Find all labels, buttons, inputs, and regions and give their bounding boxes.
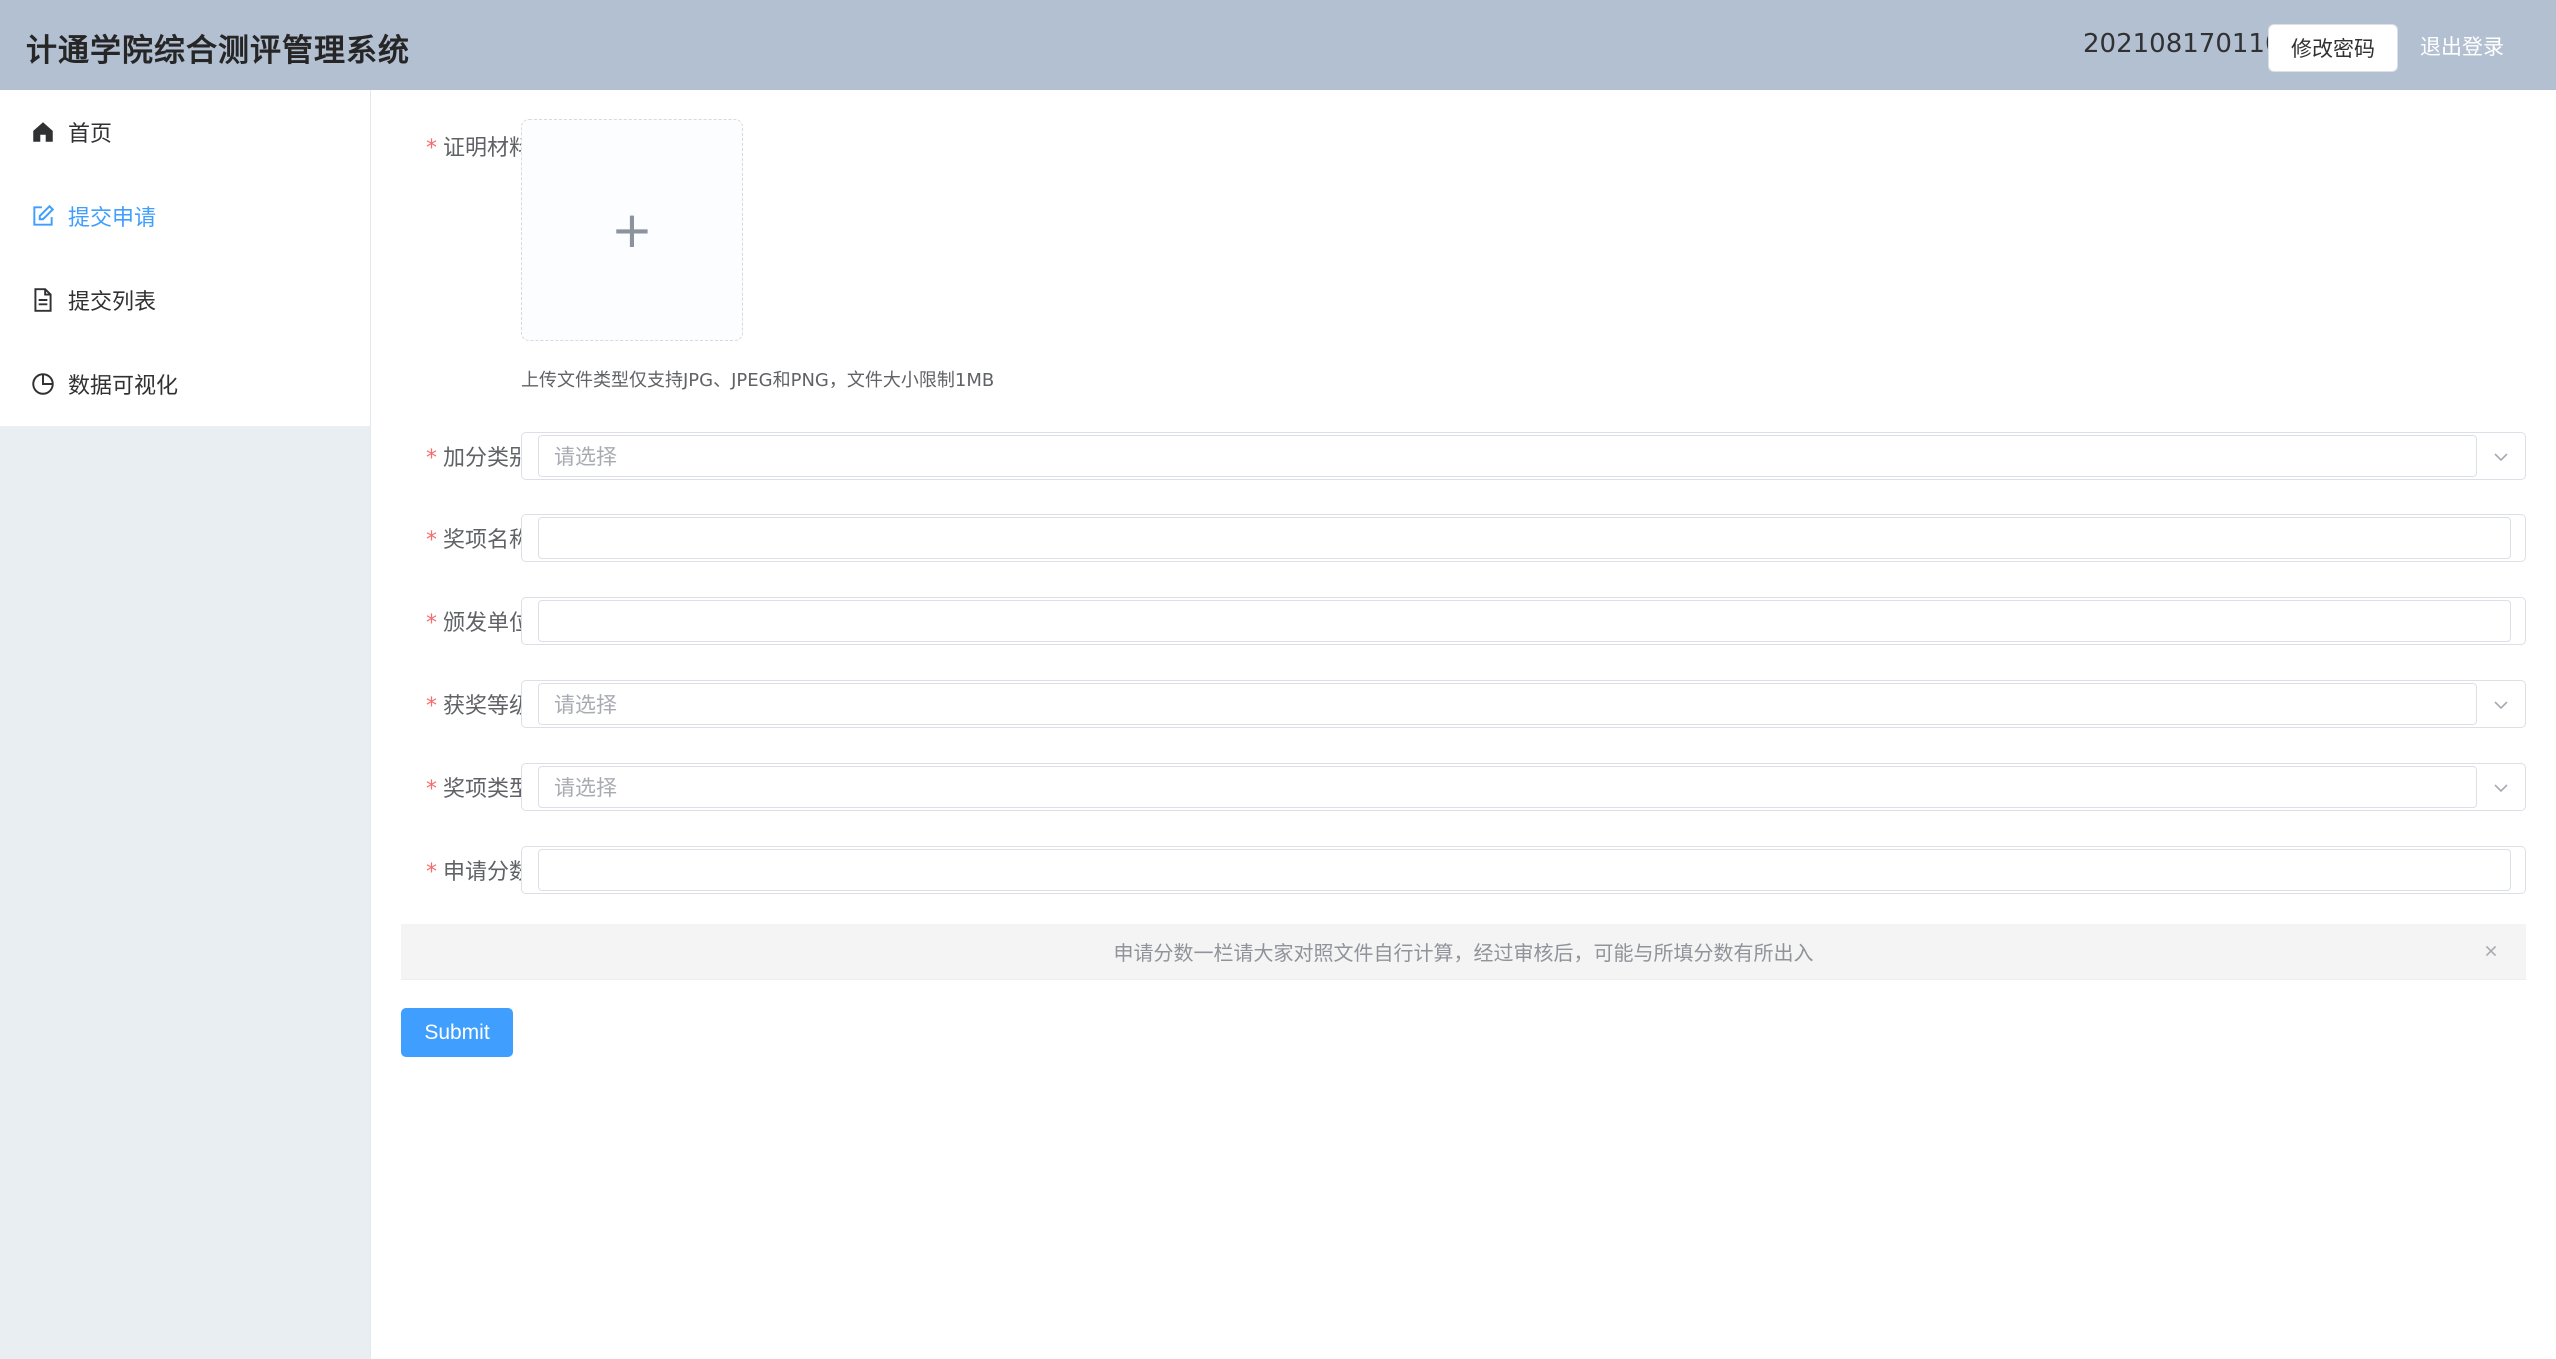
category-select-input[interactable]: 请选择 [538,435,2477,477]
app-title: 计通学院综合测评管理系统 [26,33,410,69]
category-select[interactable]: 请选择 [521,432,2526,480]
type-select-input[interactable]: 请选择 [538,766,2477,808]
pie-chart-icon [32,373,54,395]
proof-label: * 证明材料 [425,136,531,161]
change-password-button[interactable]: 修改密码 [2268,24,2398,72]
logout-link[interactable]: 退出登录 [2420,31,2504,61]
issuer-field [521,597,2526,645]
info-alert: 申请分数一栏请大家对照文件自行计算，经过审核后，可能与所填分数有所出入 [401,924,2526,980]
award-name-label: * 奖项名称 [425,528,531,553]
chevron-down-icon[interactable] [2489,693,2513,717]
required-mark: * [425,446,437,471]
sidebar-item-label: 首页 [68,122,113,147]
chevron-down-icon[interactable] [2489,445,2513,469]
house-icon [33,122,53,142]
sidebar-item-submit-application[interactable]: 提交申请 [0,174,370,258]
required-mark: * [425,860,437,885]
user-id: 202108170110 [2083,29,2282,59]
score-field [521,846,2526,894]
edit-icon [33,204,55,226]
alert-text: 申请分数一栏请大家对照文件自行计算，经过审核后，可能与所填分数有所出入 [1113,941,1814,965]
sidebar-item-label: 数据可视化 [68,374,179,399]
sidebar-item-home[interactable]: 首页 [0,90,370,174]
level-select[interactable]: 请选择 [521,680,2526,728]
type-select[interactable]: 请选择 [521,763,2526,811]
sidebar-item-submission-list[interactable]: 提交列表 [0,258,370,342]
level-label: * 获奖等级 [425,694,531,719]
sidebar-item-label: 提交列表 [68,290,157,315]
chevron-down-icon[interactable] [2489,776,2513,800]
required-mark: * [425,136,437,161]
type-label: * 奖项类型 [425,777,531,802]
level-select-input[interactable]: 请选择 [538,683,2477,725]
required-mark: * [425,777,437,802]
score-label: * 申请分数 [425,860,531,885]
required-mark: * [425,528,437,553]
app-header: 计通学院综合测评管理系统 202108170110 修改密码 退出登录 [0,0,2556,90]
close-icon[interactable] [2480,940,2502,962]
main-content: * 证明材料 + 上传文件类型仅支持JPG、JPEG和PNG，文件大小限制1MB … [371,90,2556,1359]
category-label: * 加分类别 [425,446,531,471]
award-name-input[interactable] [538,517,2511,559]
upload-button[interactable]: + [521,119,743,341]
award-name-field [521,514,2526,562]
upload-tip: 上传文件类型仅支持JPG、JPEG和PNG，文件大小限制1MB [521,370,995,391]
issuer-input[interactable] [538,600,2511,642]
required-mark: * [425,694,437,719]
required-mark: * [425,611,437,636]
score-input[interactable] [538,849,2511,891]
document-icon [34,288,52,312]
plus-icon: + [611,201,653,259]
sidebar-item-label: 提交申请 [68,206,157,231]
sidebar: 首页 提交申请 提交列表 数据可视化 [0,90,371,1359]
sidebar-menu: 首页 提交申请 提交列表 数据可视化 [0,90,370,426]
sidebar-item-data-visualization[interactable]: 数据可视化 [0,342,370,426]
submit-button[interactable]: Submit [401,1008,513,1057]
issuer-label: * 颁发单位 [425,611,531,636]
